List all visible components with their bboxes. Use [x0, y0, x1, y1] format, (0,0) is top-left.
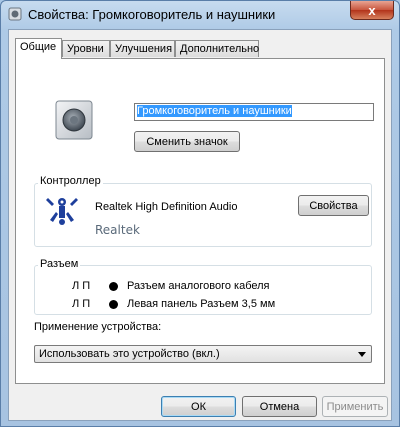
device-name-input[interactable]: Громкоговоритель и наушники [134, 103, 374, 121]
window-title: Свойства: Громкоговоритель и наушники [28, 7, 276, 22]
controller-properties-button[interactable]: Свойства [298, 195, 369, 216]
jack-group-label: Разъем [38, 258, 81, 270]
apply-button[interactable]: Применить [322, 396, 388, 417]
change-icon-button[interactable]: Сменить значок [134, 131, 240, 152]
close-icon: x [368, 2, 376, 18]
controller-group-label: Контроллер [38, 175, 103, 187]
cancel-button[interactable]: Отмена [242, 396, 317, 417]
jack-color-dot [109, 300, 118, 309]
ok-button[interactable]: ОК [161, 396, 236, 417]
dropdown-arrow-icon [358, 352, 366, 357]
jack-color-dot [109, 282, 118, 291]
jack-channels: Л П [72, 280, 91, 292]
jack-description: Левая панель Разъем 3,5 мм [127, 298, 276, 310]
close-button[interactable]: x [350, 1, 394, 20]
controller-name: Realtek High Definition Audio [95, 201, 238, 213]
tab-levels[interactable]: Уровни [62, 40, 110, 57]
controller-vendor: Realtek [95, 223, 140, 237]
properties-window: Свойства: Громкоговоритель и наушники x … [0, 0, 400, 427]
speaker-icon [8, 7, 22, 21]
dialog-client: Общие Уровни Улучшения Дополнительно Гро… [8, 29, 392, 421]
title-bar[interactable]: Свойства: Громкоговоритель и наушники x [1, 1, 399, 29]
device-usage-select[interactable]: Использовать это устройство (вкл.) [34, 345, 372, 363]
jack-description: Разъем аналогового кабеля [127, 280, 270, 292]
realtek-logo-icon [46, 198, 78, 225]
jack-channels: Л П [72, 298, 91, 310]
tab-advanced[interactable]: Дополнительно [175, 40, 259, 57]
tab-general[interactable]: Общие [15, 38, 62, 59]
tab-enhancements[interactable]: Улучшения [110, 40, 175, 57]
usage-label: Применение устройства: [34, 321, 162, 333]
speaker-device-icon [55, 100, 93, 140]
general-tab-panel: Громкоговоритель и наушники Сменить знач… [15, 58, 385, 384]
